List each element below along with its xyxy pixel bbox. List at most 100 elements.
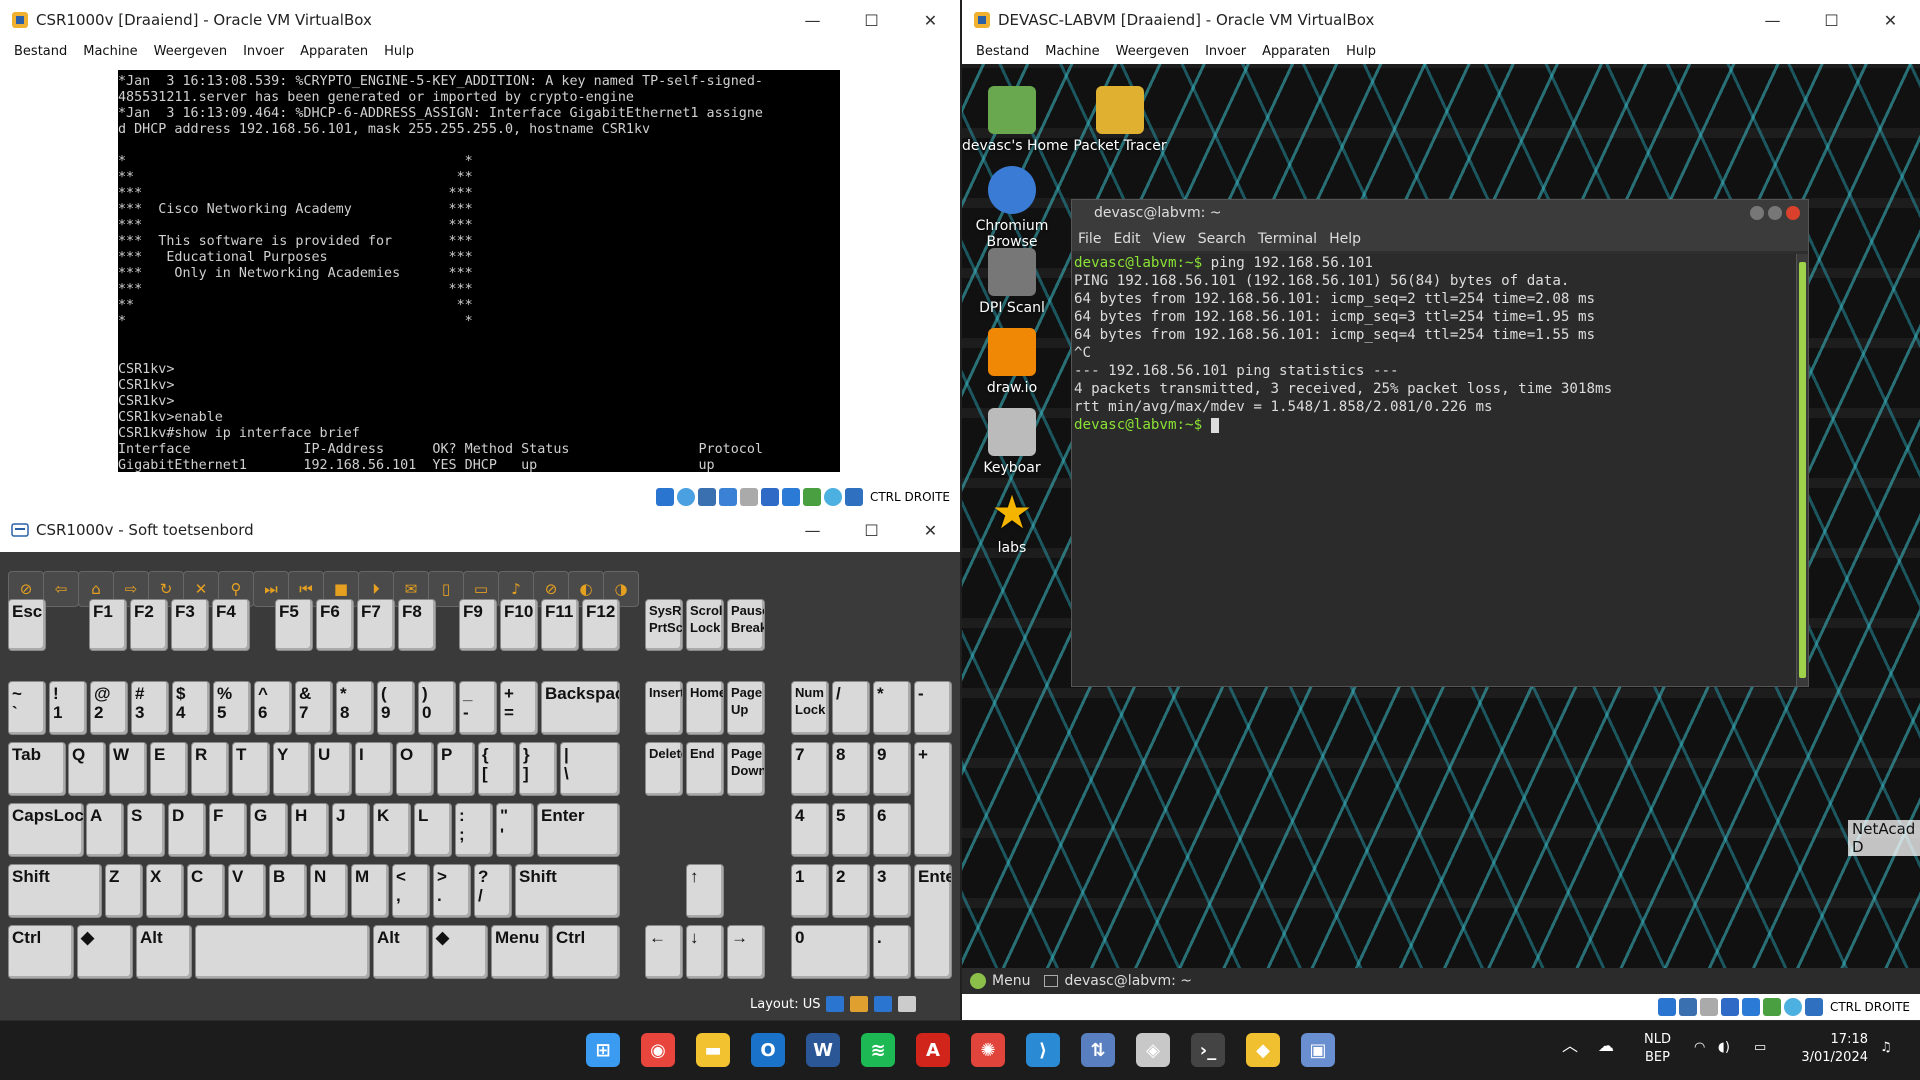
- minimize-button[interactable]: [1750, 206, 1764, 220]
- key-g[interactable]: G: [250, 803, 288, 857]
- taskbar-virtualbox-3d[interactable]: ◈: [1136, 1033, 1170, 1067]
- menu-weergeven[interactable]: Weergeven: [146, 44, 235, 59]
- key-f3[interactable]: F3: [171, 599, 209, 651]
- menu-invoer[interactable]: Invoer: [235, 44, 292, 59]
- key-bslash[interactable]: | \: [560, 742, 620, 796]
- taskbar-chrome[interactable]: ◉: [641, 1033, 675, 1067]
- globe-icon[interactable]: [1783, 998, 1802, 1016]
- key-lwin[interactable]: ◆: [77, 925, 133, 979]
- close-button[interactable]: ✕: [901, 0, 960, 40]
- key-f5[interactable]: F5: [275, 599, 313, 651]
- key-esc[interactable]: Esc: [8, 599, 46, 651]
- key-pgup[interactable]: Page Up: [727, 681, 765, 735]
- menu-invoer[interactable]: Invoer: [1197, 44, 1254, 59]
- key-rwin[interactable]: ◆: [432, 925, 488, 979]
- minimize-button[interactable]: —: [1743, 0, 1802, 40]
- taskbar-start-button[interactable]: ⊞: [586, 1033, 620, 1067]
- key-end[interactable]: End: [686, 742, 724, 796]
- keyboard-capture-icon[interactable]: [844, 488, 863, 506]
- key-lalt[interactable]: Alt: [136, 925, 192, 979]
- menu-machine[interactable]: Machine: [75, 44, 145, 59]
- key-rctrl[interactable]: Ctrl: [552, 925, 620, 979]
- minimize-button[interactable]: —: [783, 510, 842, 550]
- close-keyboard-icon[interactable]: [898, 996, 917, 1012]
- usb-icon[interactable]: [739, 488, 758, 506]
- key-n3[interactable]: 3: [873, 864, 911, 918]
- terminal-window[interactable]: devasc@labvm: ~ File Edit View Search Te…: [1071, 199, 1809, 687]
- key-caps[interactable]: CapsLock: [8, 803, 84, 857]
- mint-menu-icon[interactable]: [970, 973, 986, 989]
- key-ndot[interactable]: .: [873, 925, 911, 979]
- desktop-icon-4[interactable]: DPI Scanl: [962, 248, 1062, 316]
- key-f8[interactable]: F8: [398, 599, 436, 651]
- key-k9[interactable]: ( 9: [377, 681, 415, 735]
- soft-keyboard-window[interactable]: CSR1000v - Soft toetsenbord — ☐ ✕ ⊘ ⇦ ⌂ ⇨ ↻ ✕…: [0, 510, 960, 1020]
- clock[interactable]: 17:18 3/01/2024: [1792, 1031, 1868, 1067]
- key-up[interactable]: ↑: [686, 864, 724, 918]
- menu-terminal[interactable]: Terminal: [1258, 231, 1317, 247]
- key-f12[interactable]: F12: [582, 599, 620, 651]
- taskbar-cisco-packet[interactable]: ◆: [1246, 1033, 1280, 1067]
- notification-bell-icon[interactable]: ♫: [1880, 1039, 1892, 1057]
- menu-apparaten[interactable]: Apparaten: [292, 44, 376, 59]
- menu-machine[interactable]: Machine: [1037, 44, 1107, 59]
- shared-folder-icon[interactable]: [1720, 998, 1739, 1016]
- router-console[interactable]: *Jan 3 16:13:08.539: %CRYPTO_ENGINE-5-KE…: [118, 70, 840, 472]
- network-icon[interactable]: [718, 488, 737, 506]
- key-tab[interactable]: Tab: [8, 742, 66, 796]
- menu-help[interactable]: Help: [1329, 231, 1361, 247]
- optical-icon[interactable]: [676, 488, 695, 506]
- reset-icon[interactable]: [874, 996, 893, 1012]
- key-semi[interactable]: : ;: [455, 803, 493, 857]
- key-quote[interactable]: " ': [496, 803, 534, 857]
- key-f[interactable]: F: [209, 803, 247, 857]
- key-k6[interactable]: ^ 6: [254, 681, 292, 735]
- display-icon[interactable]: [781, 488, 800, 506]
- key-n4[interactable]: 4: [791, 803, 829, 857]
- desktop-icon-3[interactable]: Chromium Browse: [962, 166, 1062, 250]
- settings-icon[interactable]: [850, 996, 869, 1012]
- key-n9[interactable]: 9: [873, 742, 911, 796]
- key-t[interactable]: T: [232, 742, 270, 796]
- key-k4[interactable]: $ 4: [172, 681, 210, 735]
- key-z[interactable]: Z: [105, 864, 143, 918]
- key-u[interactable]: U: [314, 742, 352, 796]
- key-k8[interactable]: * 8: [336, 681, 374, 735]
- key-insert[interactable]: Insert: [645, 681, 683, 735]
- key-backspace[interactable]: Backspace: [541, 681, 620, 735]
- key-minus[interactable]: _ -: [459, 681, 497, 735]
- key-f9[interactable]: F9: [459, 599, 497, 651]
- battery-icon[interactable]: ▭: [1754, 1039, 1766, 1057]
- key-o[interactable]: O: [396, 742, 434, 796]
- key-x[interactable]: X: [146, 864, 184, 918]
- key-k0[interactable]: ) 0: [418, 681, 456, 735]
- taskbar-outlook[interactable]: O: [751, 1033, 785, 1067]
- key-f6[interactable]: F6: [316, 599, 354, 651]
- maximize-button[interactable]: [1768, 206, 1782, 220]
- key-h[interactable]: H: [291, 803, 329, 857]
- key-ralt[interactable]: Alt: [373, 925, 429, 979]
- key-enter[interactable]: Enter: [537, 803, 620, 857]
- volume-icon[interactable]: ◖): [1718, 1039, 1730, 1057]
- key-r[interactable]: R: [191, 742, 229, 796]
- key-sysrq[interactable]: SysRq PrtScr: [645, 599, 683, 651]
- key-scroll[interactable]: Scroll Lock: [686, 599, 724, 651]
- key-d[interactable]: D: [168, 803, 206, 857]
- key-k5[interactable]: % 5: [213, 681, 251, 735]
- key-nplus[interactable]: +: [914, 742, 952, 857]
- audio-icon[interactable]: [697, 488, 716, 506]
- menu-weergeven[interactable]: Weergeven: [1108, 44, 1197, 59]
- maximize-button[interactable]: ☐: [842, 0, 901, 40]
- key-f10[interactable]: F10: [500, 599, 538, 651]
- hdd-icon[interactable]: [1657, 998, 1676, 1016]
- keyboard-capture-icon[interactable]: [1804, 998, 1823, 1016]
- taskbar-terminal[interactable]: ›_: [1191, 1033, 1225, 1067]
- key-v[interactable]: V: [228, 864, 266, 918]
- key-w[interactable]: W: [109, 742, 147, 796]
- key-a[interactable]: A: [86, 803, 124, 857]
- language-indicator[interactable]: NLD BEP: [1644, 1031, 1671, 1067]
- key-left[interactable]: ←: [645, 925, 683, 979]
- key-n6[interactable]: 6: [873, 803, 911, 857]
- taskbar-vscode[interactable]: ⟩: [1026, 1033, 1060, 1067]
- usb-icon[interactable]: [1699, 998, 1718, 1016]
